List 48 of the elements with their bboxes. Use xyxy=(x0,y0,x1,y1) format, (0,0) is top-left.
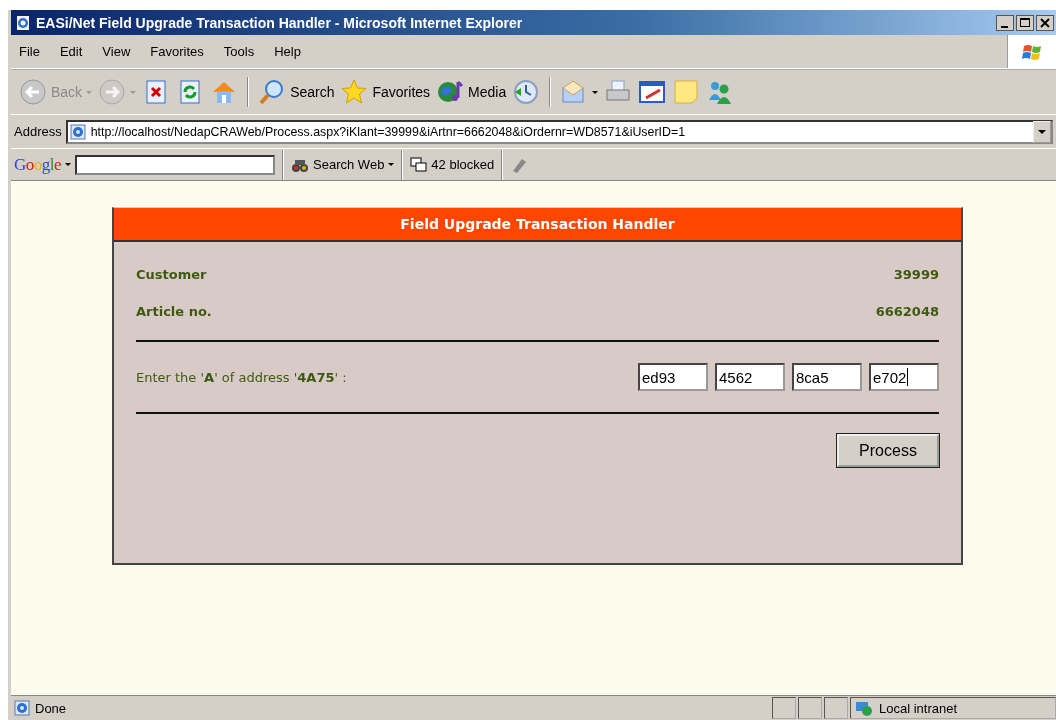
page-icon xyxy=(14,700,30,716)
toolbar-button[interactable]: Favorites xyxy=(340,78,431,106)
status-text: Done xyxy=(35,700,67,716)
field-label: Customer xyxy=(136,267,207,282)
menu-item[interactable]: Favorites xyxy=(150,44,204,59)
panel-header: Field Upgrade Transaction Handler xyxy=(114,208,961,242)
maximize-icon[interactable] xyxy=(1016,14,1034,31)
ie-icon xyxy=(15,14,31,31)
status-pane xyxy=(772,697,796,719)
process-button[interactable]: Process xyxy=(837,434,939,467)
menu-item[interactable]: Edit xyxy=(59,44,83,59)
menu-item[interactable]: View xyxy=(102,44,131,59)
hex-input[interactable]: e702 xyxy=(869,363,939,391)
dropdown-caret-icon[interactable] xyxy=(592,90,599,94)
dropdown-caret-icon[interactable] xyxy=(65,163,72,166)
prompt-text: Enter the 'A' of address '4A75' : xyxy=(136,369,347,385)
zone-text: Local intranet xyxy=(879,700,958,716)
search-web-button[interactable]: Search Web xyxy=(291,156,385,173)
status-pane xyxy=(824,697,848,719)
close-icon[interactable] xyxy=(1036,14,1054,31)
google-logo[interactable]: Google xyxy=(14,154,62,175)
hex-input[interactable]: 8ca5 xyxy=(792,363,862,391)
field-label: Article no. xyxy=(136,304,212,319)
hex-input[interactable]: 4562 xyxy=(715,363,785,391)
menu-item[interactable]: Tools xyxy=(223,44,255,59)
address-label: Address xyxy=(14,124,62,139)
network-icon xyxy=(855,700,873,716)
status-pane xyxy=(798,697,822,719)
page-icon xyxy=(69,123,86,140)
field-value: 39999 xyxy=(893,267,939,282)
field-value: 6662048 xyxy=(875,304,939,319)
windows-icon xyxy=(410,157,428,172)
address-field[interactable]: http://localhost/NedapCRAWeb/Process.aspx?iKlant=39999&iArtnr=6662048&iOrdernr=WD8571&iUserID=1 xyxy=(65,119,1053,144)
dropdown-button[interactable] xyxy=(1033,120,1051,143)
popup-blocker-button[interactable]: 42 blocked xyxy=(410,157,495,172)
edit-page-icon[interactable] xyxy=(638,78,667,106)
toolbar-button[interactable]: Media xyxy=(436,78,507,106)
history-clock-icon[interactable] xyxy=(512,78,541,106)
caret-icon xyxy=(1038,129,1046,134)
window-title: EASi/Net Field Upgrade Transaction Handler - Microsoft Internet Explorer xyxy=(36,14,524,31)
menu-item[interactable]: Help xyxy=(274,44,301,59)
hex-input[interactable]: ed93 xyxy=(638,363,708,391)
search-input[interactable] xyxy=(75,154,276,175)
menu-item[interactable]: File xyxy=(19,44,40,59)
minimize-icon[interactable] xyxy=(996,14,1014,31)
star-icon xyxy=(340,78,369,106)
toolbar-button[interactable]: Search xyxy=(258,78,335,106)
dropdown-caret-icon[interactable] xyxy=(388,163,395,166)
